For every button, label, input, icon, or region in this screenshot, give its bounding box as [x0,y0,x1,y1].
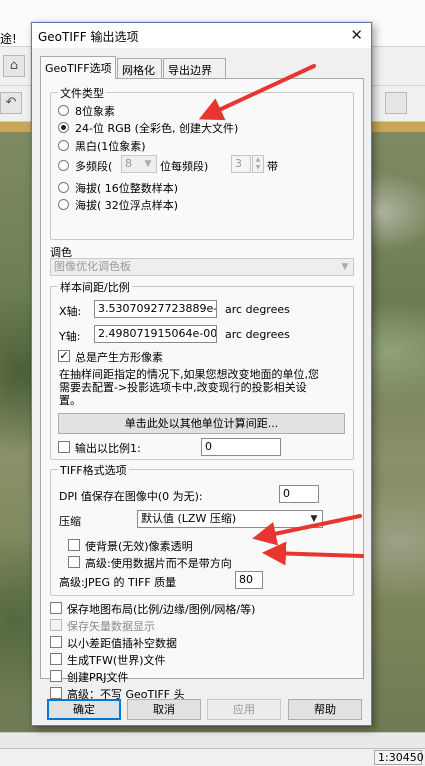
chevron-down-icon: ▼ [144,159,152,169]
dpi-label: DPI 值保存在图像中(0 为无): [59,490,203,503]
square-pixels-checkbox[interactable]: ✓ [58,350,70,362]
app-title-fragment: 途! [0,32,17,46]
use-tiles-checkbox[interactable] [68,556,80,568]
chevron-down-icon: ▼ [341,262,349,272]
calc-spacing-button[interactable]: 单击此处以其他单位计算间距... [58,413,345,434]
checkmark-icon: ✓ [59,349,69,362]
tiff-format-group: TIFF格式选项 DPI 值保存在图像中(0 为无): 0 压缩 默认值 (LZ… [50,462,354,596]
status-scale: 1:30450 [374,750,424,765]
jpeg-quality-input[interactable]: 80 [235,571,263,589]
scale-output-input[interactable]: 0 [201,438,281,456]
dialog-title: GeoTIFF 输出选项 [38,30,139,44]
sample-spacing-legend: 样本间距/比例 [58,279,132,295]
ok-button[interactable]: 确定 [47,699,121,720]
scale-output-label: 输出以比例1: [75,442,141,455]
radio-24bit-rgb[interactable] [58,122,69,133]
apply-button[interactable]: 应用 [207,699,281,720]
generate-tfw-checkbox[interactable] [50,653,62,665]
transparent-background-checkbox[interactable] [68,539,80,551]
spin-up-icon: ▲ [255,156,261,163]
tab-export-bounds[interactable]: 导出边界 [163,58,226,78]
status-bar: 1:30450 [0,748,425,766]
scale-output-checkbox[interactable] [58,441,70,453]
band-per-label: 位每频段) [160,160,209,173]
x-unit-label: arc degrees [225,303,290,316]
interpolate-nodata-label: 以小差距值插补空数据 [67,637,177,650]
jpeg-quality-label: 高级:JPEG 的 TIFF 质量 [59,576,177,589]
save-vector-display-label: 保存矢量数据显示 [67,620,155,633]
radio-elevation-32bit[interactable] [58,199,69,210]
palette-select[interactable]: 图像优化调色板 ▼ [50,258,354,276]
geotiff-export-dialog: GeoTIFF 输出选项 ✕ GeoTIFF选项 网格化 导出边界 文件类型 8… [31,22,372,726]
spin-down-icon: ▼ [255,164,261,171]
y-axis-label: Y轴: [59,330,81,343]
radio-black-white[interactable] [58,140,69,151]
transparent-background-label: 使背景(无效)像素透明 [85,540,193,553]
radio-multiband[interactable] [58,160,69,171]
radio-elevation-32bit-label: 海拔( 32位浮点样本) [75,199,179,212]
radio-24bit-rgb-label: 24-位 RGB (全彩色, 创建大文件) [75,122,239,135]
undo-icon[interactable]: ↶ [0,92,22,114]
cancel-button[interactable]: 取消 [127,699,201,720]
band-suffix-label: 带 [267,160,278,173]
chevron-down-icon: ▼ [310,514,318,524]
radio-8bit-label: 8位象素 [75,105,115,118]
square-pixels-label: 总是产生方形像素 [75,351,163,364]
tab-geotiff-options[interactable]: GeoTIFF选项 [40,56,116,79]
create-prj-label: 创建PRJ文件 [67,671,129,684]
x-axis-label: X轴: [59,305,82,318]
y-unit-label: arc degrees [225,328,290,341]
radio-multiband-label: 多频段( [75,160,113,173]
compression-label: 压缩 [59,515,81,528]
save-map-layout-checkbox[interactable] [50,602,62,614]
y-spacing-input[interactable]: 2.498071915064e-005 [94,325,217,343]
radio-elevation-16bit[interactable] [58,182,69,193]
tab-panel-geotiff-options: 文件类型 8位象素 24-位 RGB (全彩色, 创建大文件) 黑白(1位象素)… [40,78,364,701]
sample-spacing-group: 样本间距/比例 X轴: 3.53070927723889e-005 arc de… [50,279,354,460]
dialog-title-bar: GeoTIFF 输出选项 ✕ [32,23,371,48]
map-horizontal-scrollbar[interactable] [0,732,425,748]
close-icon[interactable]: ✕ [350,26,363,44]
file-type-legend: 文件类型 [58,85,106,101]
palette-value: 图像优化调色板 [54,260,131,273]
tiff-format-legend: TIFF格式选项 [58,462,129,478]
radio-elevation-16bit-label: 海拔( 16位整数样本) [75,182,179,195]
band-count-spinner[interactable]: ▲ ▼ [252,155,264,173]
toolbar-button-right[interactable] [385,92,407,114]
projection-note: 在抽样间距指定的情况下,如果您想改变地面的单位,您需要去配置->投影选项卡中,改… [59,368,319,407]
use-tiles-label: 高级:使用数据片而不是带方向 [85,557,232,570]
band-count-input[interactable]: 3 [231,155,251,173]
lock-icon[interactable]: ⌂ [3,55,25,77]
save-map-layout-label: 保存地图布局(比例/边缘/图例/网格/等) [67,603,256,616]
dpi-input[interactable]: 0 [279,485,319,503]
band-depth-value: 8 [125,157,132,170]
create-prj-checkbox[interactable] [50,670,62,682]
radio-8bit[interactable] [58,105,69,116]
radio-black-white-label: 黑白(1位象素) [75,140,146,153]
compression-select[interactable]: 默认值 (LZW 压缩) ▼ [137,510,323,528]
help-button[interactable]: 帮助 [288,699,362,720]
save-vector-display-checkbox[interactable] [50,619,62,631]
interpolate-nodata-checkbox[interactable] [50,636,62,648]
tab-gridding[interactable]: 网格化 [117,58,162,78]
band-depth-select[interactable]: 8 ▼ [121,155,157,173]
generate-tfw-label: 生成TFW(世界)文件 [67,654,166,667]
file-type-group: 文件类型 8位象素 24-位 RGB (全彩色, 创建大文件) 黑白(1位象素)… [50,85,354,240]
no-geotiff-header-checkbox[interactable] [50,687,62,699]
compression-value: 默认值 (LZW 压缩) [141,512,237,525]
x-spacing-input[interactable]: 3.53070927723889e-005 [94,300,217,318]
